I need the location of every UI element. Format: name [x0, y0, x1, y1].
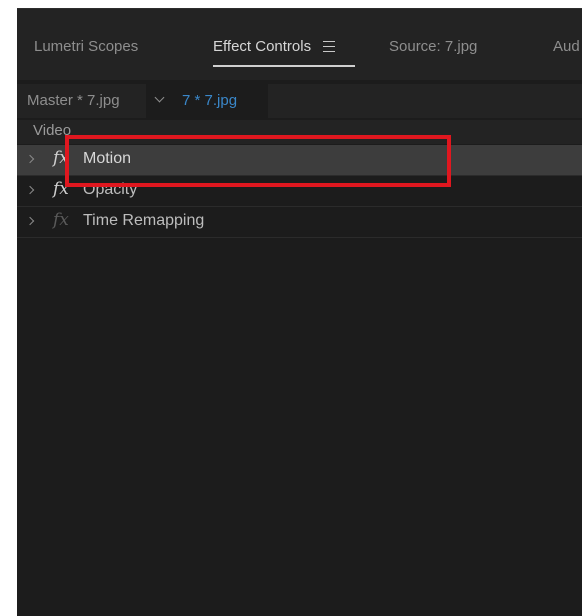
- tab-source[interactable]: Source: 7.jpg: [389, 38, 477, 55]
- chevron-right-icon[interactable]: [25, 154, 35, 164]
- chevron-down-icon[interactable]: [154, 92, 165, 103]
- effect-row-motion[interactable]: fx Motion: [17, 145, 582, 176]
- tab-lumetri-scopes[interactable]: Lumetri Scopes: [34, 38, 138, 55]
- effect-label: Time Remapping: [83, 212, 205, 229]
- effect-controls-panel: Lumetri Scopes Effect Controls Source: 7…: [17, 8, 582, 616]
- panel-tab-bar: Lumetri Scopes Effect Controls Source: 7…: [17, 18, 582, 80]
- chevron-right-icon[interactable]: [25, 185, 35, 195]
- effect-label: Motion: [83, 150, 132, 167]
- video-section-label: Video: [33, 122, 72, 139]
- fx-icon[interactable]: fx: [53, 179, 69, 199]
- chevron-right-icon[interactable]: [25, 216, 35, 226]
- hamburger-menu-icon[interactable]: [323, 41, 336, 52]
- active-tab-indicator: [213, 65, 355, 67]
- source-clip-bar: Master * 7.jpg 7 * 7.jpg: [17, 84, 582, 118]
- tab-audio[interactable]: Aud: [553, 38, 580, 55]
- tab-effect-controls-label: Effect Controls: [213, 38, 312, 55]
- video-section-header: Video: [17, 120, 582, 144]
- effect-label: Opacity: [83, 181, 138, 198]
- effect-row-time-remapping[interactable]: fx Time Remapping: [17, 207, 582, 238]
- fx-icon[interactable]: fx: [53, 148, 69, 168]
- sequence-clip-dropdown[interactable]: 7 * 7.jpg: [146, 84, 268, 118]
- tab-effect-controls[interactable]: Effect Controls: [213, 38, 336, 55]
- sequence-clip-label[interactable]: 7 * 7.jpg: [182, 92, 237, 109]
- fx-icon-disabled: fx: [53, 210, 69, 230]
- effect-row-opacity[interactable]: fx Opacity: [17, 176, 582, 207]
- master-clip-label[interactable]: Master * 7.jpg: [27, 92, 120, 109]
